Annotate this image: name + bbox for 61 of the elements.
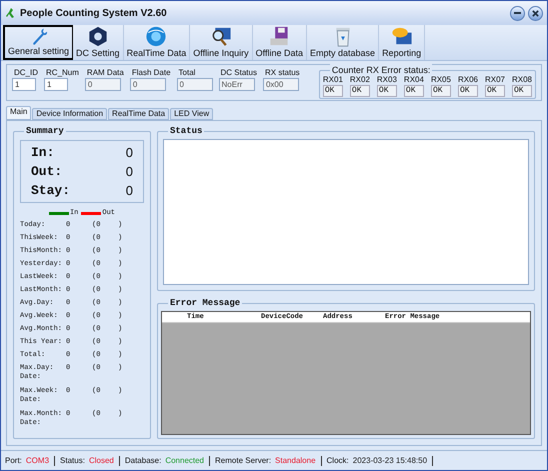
- tab[interactable]: LED View: [170, 108, 214, 120]
- group-title: Counter RX Error status:: [330, 64, 432, 76]
- toolbar-button[interactable]: Offline Inquiry: [190, 25, 253, 60]
- tab[interactable]: Main: [6, 106, 32, 120]
- total-value: 0: [126, 182, 133, 200]
- tab[interactable]: Device Information: [32, 108, 108, 120]
- tab[interactable]: RealTime Data: [108, 108, 170, 120]
- total-label: Out:: [31, 162, 62, 181]
- field-label: RAM Data: [86, 68, 124, 78]
- field-label: Flash Date: [130, 68, 171, 78]
- channel-label: RX04: [404, 75, 424, 85]
- channel-status: OK: [458, 85, 478, 97]
- group-title: Summary: [24, 125, 66, 137]
- minimize-button[interactable]: [510, 6, 525, 20]
- total-value: 0: [126, 162, 133, 181]
- channel-label: RX02: [350, 75, 370, 85]
- channel-status: OK: [404, 85, 424, 97]
- channel-status: OK: [376, 85, 397, 97]
- field-label: RC_Num: [45, 68, 79, 78]
- status-label: Clock:: [326, 454, 349, 466]
- field-label: RX status: [264, 68, 300, 78]
- toolbar-button[interactable]: RealTime Data: [124, 25, 190, 60]
- channel-status: OK: [430, 85, 451, 97]
- close-button[interactable]: [528, 6, 543, 20]
- status-label: Status:: [60, 454, 85, 466]
- total-label: In:: [31, 144, 54, 162]
- channel-label: RX07: [484, 75, 505, 85]
- close-icon: [532, 10, 539, 16]
- channel-status: OK: [512, 85, 532, 97]
- field-label: DC Status: [220, 68, 257, 78]
- field-label: Total: [178, 68, 196, 78]
- total-label: Stay:: [31, 182, 70, 200]
- status-value: COM3: [26, 454, 50, 466]
- toolbar-button[interactable]: DC Setting: [73, 25, 124, 60]
- channel-label: RX08: [512, 75, 532, 85]
- window-title: People Counting System V2.60: [20, 6, 167, 20]
- total-value: 0: [126, 144, 133, 162]
- field-label: DC_ID: [13, 68, 38, 78]
- status-value: 2023-03-23 15:48:50: [352, 454, 428, 466]
- status-label: Database:: [124, 454, 162, 466]
- status-label: Port:: [5, 454, 22, 466]
- channel-status: OK: [322, 85, 343, 97]
- channel-label: RX05: [430, 75, 451, 85]
- channel-status: OK: [484, 85, 505, 97]
- channel-label: RX06: [458, 75, 478, 85]
- toolbar-button[interactable]: Empty database: [307, 25, 380, 60]
- toolbar-button[interactable]: Reporting: [379, 25, 426, 60]
- group-title: Error Message: [168, 297, 242, 309]
- toolbar-button[interactable]: Offline Data: [252, 25, 308, 60]
- status-label: Remote Server:: [215, 454, 272, 466]
- status-value: Closed: [88, 454, 114, 466]
- channel-label: RX03: [376, 75, 397, 85]
- input-field[interactable]: 1: [12, 78, 36, 91]
- globe-icon: [144, 25, 168, 48]
- status-value: Standalone: [275, 454, 316, 466]
- status-value: Connected: [165, 454, 204, 466]
- channel-status: OK: [350, 85, 370, 97]
- runner-icon: [5, 7, 17, 19]
- channel-label: RX01: [322, 75, 343, 85]
- input-field[interactable]: 1: [44, 78, 68, 91]
- toolbar-button[interactable]: General setting: [3, 25, 74, 60]
